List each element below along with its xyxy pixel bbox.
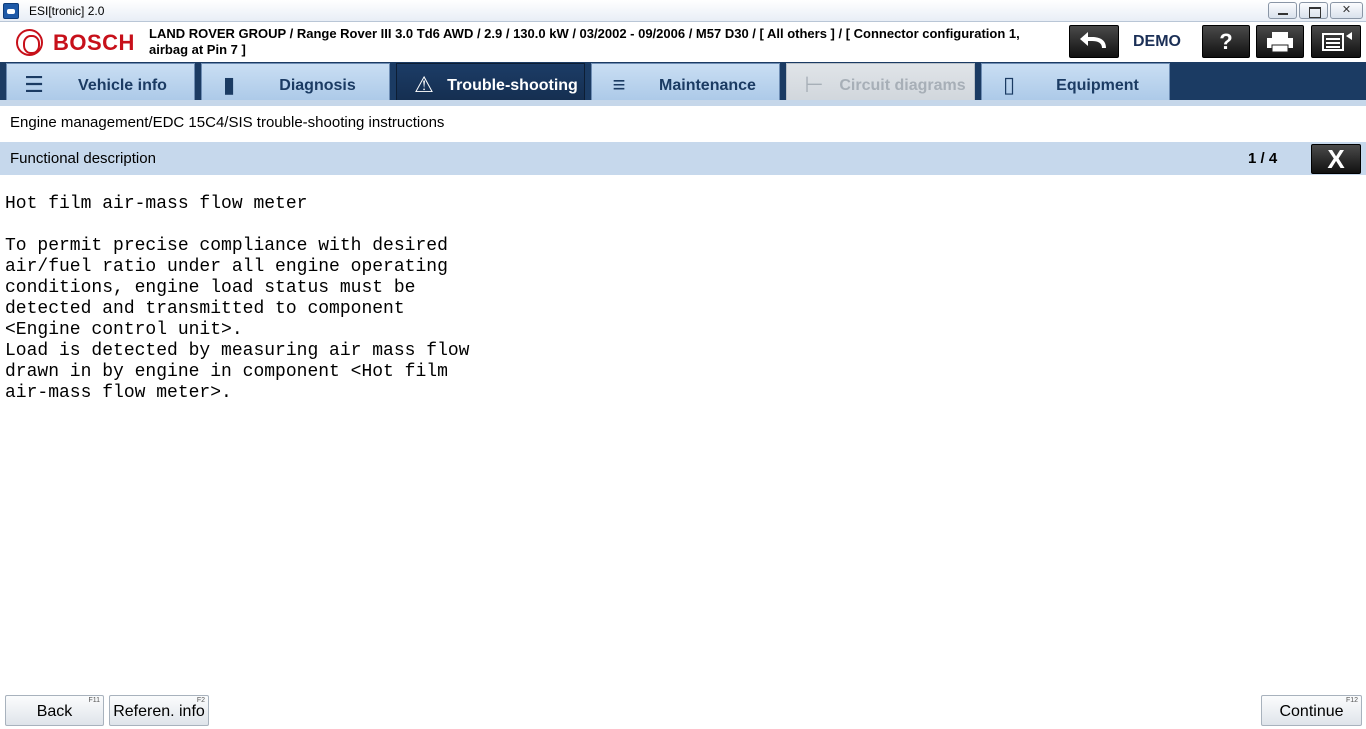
reference-info-button[interactable]: Referen. info F2 [109,695,209,726]
continue-button[interactable]: Continue F12 [1261,695,1362,726]
diagnosis-plug-icon: ▮ [222,72,236,97]
help-button[interactable]: ? [1202,25,1250,58]
minimize-button[interactable] [1268,2,1297,19]
undo-arrow-icon [1080,32,1106,48]
continue-button-key: F12 [1345,697,1358,704]
window-titlebar: ESI[tronic] 2.0 [0,0,1366,22]
brand-name: BOSCH [53,30,135,55]
close-icon: X [1327,144,1345,174]
app-icon [3,3,19,19]
vehicle-description: LAND ROVER GROUP / Range Rover III 3.0 T… [149,26,1020,57]
print-button[interactable] [1256,25,1304,58]
window-title: ESI[tronic] 2.0 [29,4,105,18]
reference-info-key: F2 [196,697,205,704]
close-document-button[interactable]: X [1311,144,1361,174]
back-button-key: F11 [88,697,100,704]
window-close-button[interactable] [1330,2,1363,19]
back-button[interactable]: Back F11 [5,695,104,726]
back-nav-button[interactable] [1069,25,1119,58]
menu-button[interactable] [1311,25,1361,58]
circuit-icon: ⊢ [804,72,824,97]
car-info-icon: ☰ [24,72,44,97]
app-header: BOSCH LAND ROVER GROUP / Range Rover III… [0,22,1366,62]
wrench-icon: ≡ [612,72,626,97]
list-menu-icon [1322,32,1352,51]
printer-icon [1267,32,1293,53]
magnifier-warning-icon: ⚠ [414,72,434,97]
bosch-logo-icon [16,29,43,56]
document-text: Hot film air-mass flow meter To permit p… [5,194,470,403]
mode-label: DEMO [1133,33,1181,50]
book-icon: ▯ [1002,72,1016,97]
tabbar-underline [0,100,1366,106]
reference-info-label: Referen. info [113,703,205,720]
page-counter: 1 / 4 [1248,150,1278,167]
section-title: Functional description [10,150,156,167]
section-header: Functional description 1 / 4 X [0,142,1366,175]
breadcrumb: Engine management/EDC 15C4/SIS trouble-s… [10,114,445,131]
maximize-button[interactable] [1299,2,1328,19]
question-icon: ? [1219,29,1233,54]
